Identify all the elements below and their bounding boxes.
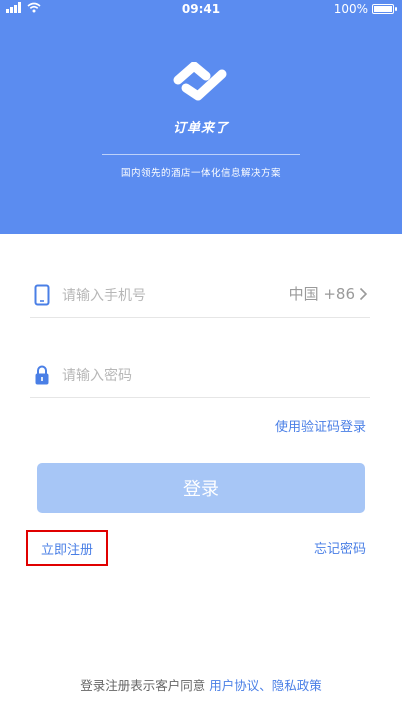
status-bar: 09:41 100% (0, 0, 402, 20)
brand-divider (102, 154, 300, 155)
brand-tagline: 国内领先的酒店一体化信息解决方案 (120, 168, 281, 179)
forgot-password-link[interactable]: 忘记密码 (314, 538, 366, 557)
sms-login-link[interactable]: 使用验证码登录 (275, 416, 366, 435)
brand-logo-icon (173, 62, 227, 101)
country-code-label: 中国 +86 (288, 285, 355, 303)
phone-placeholder: 请输入手机号 (62, 288, 146, 304)
terms-separator: 、 (259, 678, 272, 693)
header-banner: 09:41 100% 订单来了 国内领先的酒店一体化信息解决方案 (0, 0, 402, 234)
user-agreement-link[interactable]: 用户协议 (209, 678, 259, 693)
lock-icon (35, 365, 49, 385)
register-label: 立即注册 (40, 542, 93, 558)
status-right: 100% (333, 2, 397, 16)
battery-icon (372, 4, 397, 14)
privacy-policy-link[interactable]: 隐私政策 (272, 678, 322, 693)
chevron-right-icon (359, 287, 368, 300)
password-field[interactable]: 请输入密码 (30, 352, 370, 398)
register-link[interactable]: 立即注册 (26, 530, 108, 566)
brand-name: 订单来了 (172, 121, 229, 136)
phone-icon (34, 284, 50, 306)
country-code-selector[interactable]: 中国 +86 (289, 283, 368, 304)
terms-notice: 登录注册表示客户同意 用户协议、隐私政策 (0, 675, 402, 694)
battery-percent: 100% (333, 2, 368, 16)
terms-prefix: 登录注册表示客户同意 (80, 678, 210, 693)
phone-field[interactable]: 请输入手机号 中国 +86 (30, 272, 370, 318)
password-placeholder: 请输入密码 (62, 368, 132, 384)
login-button[interactable]: 登录 (37, 463, 365, 513)
